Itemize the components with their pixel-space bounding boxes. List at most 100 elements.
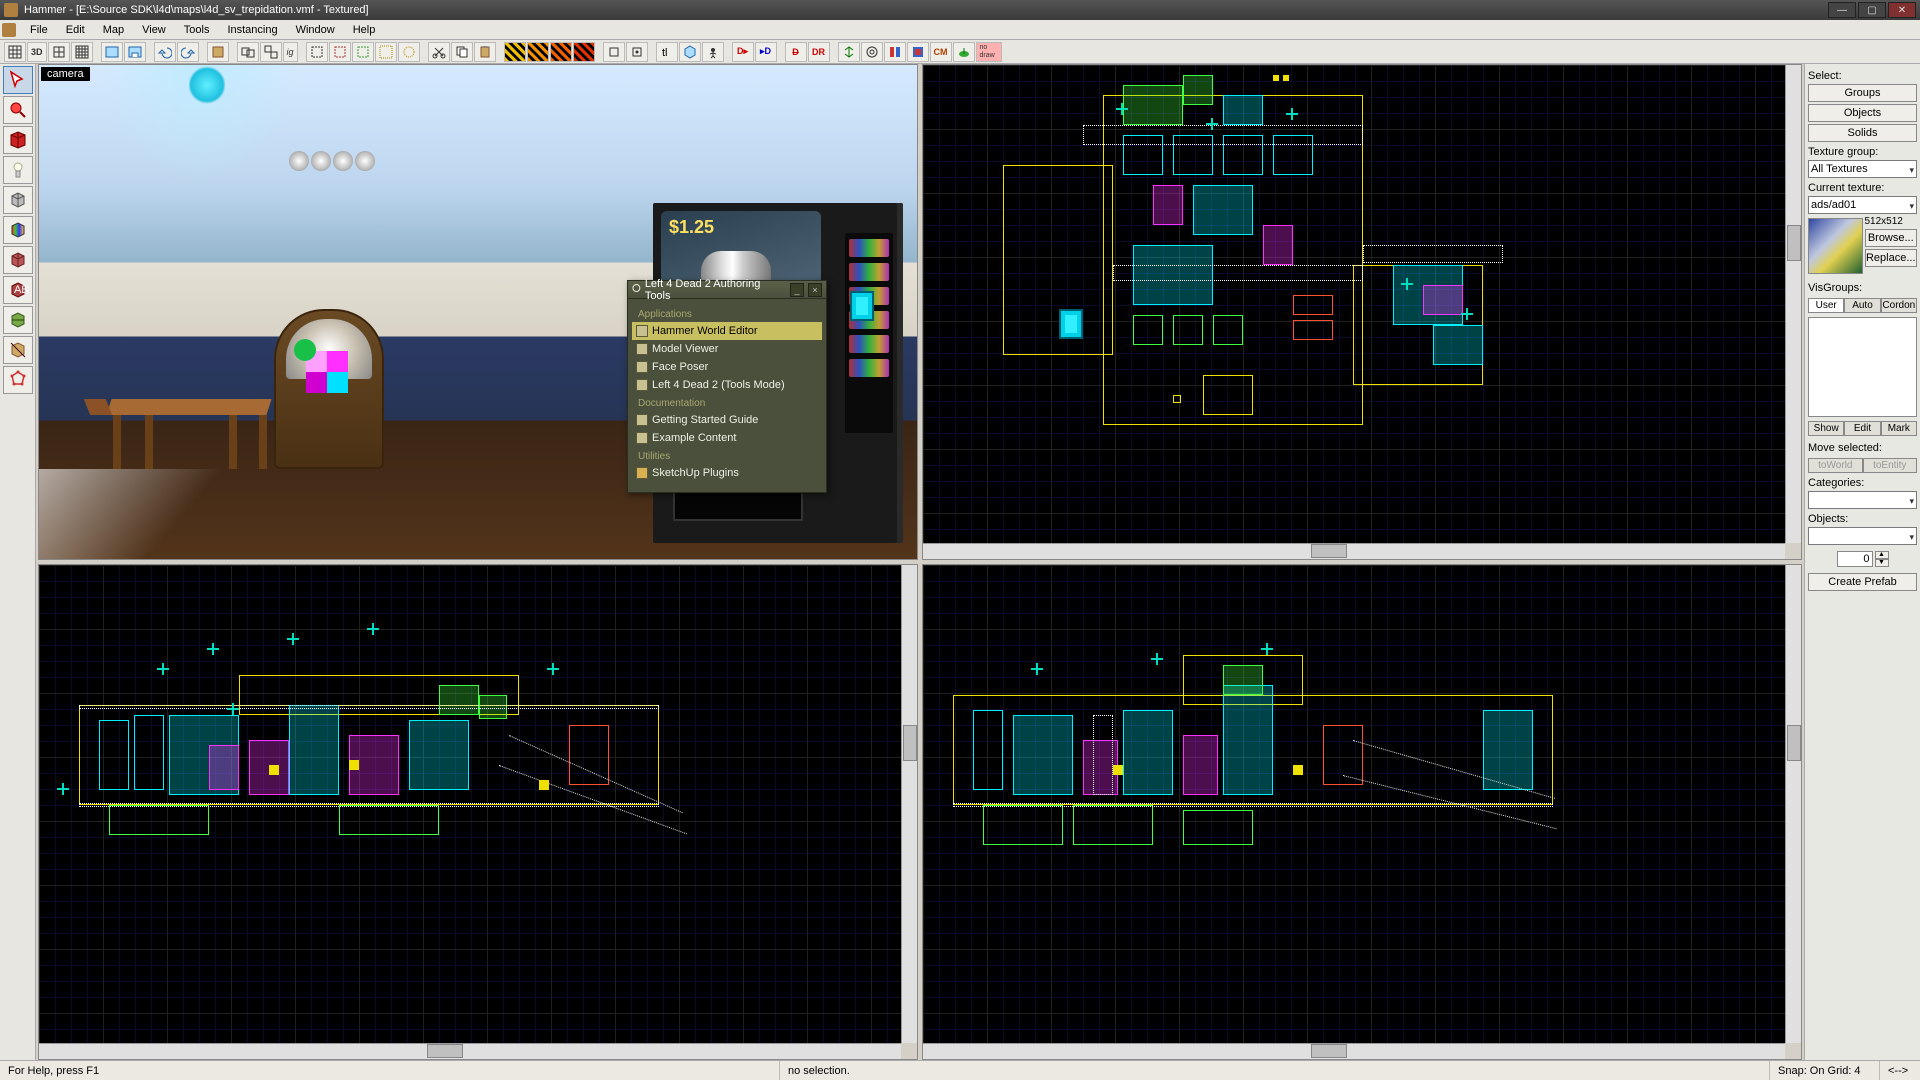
select-solids-button[interactable]: Solids [1808,124,1917,142]
show-all-button[interactable] [352,42,374,62]
visgroup-tab-user[interactable]: User [1808,298,1844,313]
undo-button[interactable] [154,42,176,62]
categories-select[interactable] [1808,491,1917,509]
radius-cull-button[interactable] [398,42,420,62]
viewport-top[interactable] [922,64,1802,560]
block-tool[interactable] [3,186,33,214]
viewport-front[interactable] [38,564,918,1060]
grid-larger-button[interactable] [71,42,93,62]
show-light-button[interactable] [884,42,906,62]
menu-tools[interactable]: Tools [176,22,218,38]
scrollbar-vertical[interactable] [901,565,917,1043]
decal-tool[interactable]: AB [3,276,33,304]
nodraw-toggle-button[interactable]: no draw [976,42,1002,62]
camera-tool[interactable] [3,126,33,154]
overlay-tool[interactable] [3,306,33,334]
menu-window[interactable]: Window [288,22,343,38]
redo-button[interactable] [177,42,199,62]
scrollbar-vertical[interactable] [1785,565,1801,1043]
sdk-item-toolsmode[interactable]: Left 4 Dead 2 (Tools Mode) [632,376,822,394]
visgroup-tab-cordon[interactable]: Cordon [1881,298,1917,313]
browse-button[interactable]: Browse... [1865,229,1918,247]
hide-selected-button[interactable] [306,42,328,62]
align-face-button[interactable] [573,42,595,62]
entity-tool[interactable] [3,156,33,184]
save-window-button[interactable] [124,42,146,62]
menu-edit[interactable]: Edit [58,22,93,38]
sdk-item-example[interactable]: Example Content [632,429,822,447]
create-prefab-button[interactable]: Create Prefab [1808,573,1917,591]
disp-walk-button[interactable]: ▸D [755,42,777,62]
disp-noremove-button[interactable]: DR [808,42,830,62]
visgroup-edit-button[interactable]: Edit [1844,421,1880,436]
sdk-launcher-dialog[interactable]: ⭘ Left 4 Dead 2 Authoring Tools _ × Appl… [627,280,827,493]
sdk-minimize-button[interactable]: _ [790,283,804,297]
faces-up-button[interactable]: ▲ [1875,551,1889,559]
menu-view[interactable]: View [134,22,174,38]
ungroup-button[interactable] [260,42,282,62]
visgroup-tab-auto[interactable]: Auto [1844,298,1880,313]
carve-button[interactable] [207,42,229,62]
minimize-button[interactable]: — [1828,2,1856,18]
menu-help[interactable]: Help [345,22,384,38]
to-entity-button[interactable]: toEntity [1863,458,1918,473]
cut-button[interactable] [428,42,450,62]
toggle-helpers-button[interactable]: tl [656,42,678,62]
clipping-tool[interactable] [3,336,33,364]
menu-instancing[interactable]: Instancing [219,22,285,38]
scrollbar-horizontal[interactable] [923,543,1785,559]
3d-toggle-button[interactable]: 3D [27,42,47,62]
sdk-item-modelviewer[interactable]: Model Viewer [632,340,822,358]
show-detail-button[interactable] [838,42,860,62]
disp-nomask-button[interactable]: D [785,42,807,62]
scrollbar-horizontal[interactable] [923,1043,1785,1059]
cordon-button[interactable] [375,42,397,62]
magnify-tool[interactable] [3,96,33,124]
visgroup-list[interactable] [1808,317,1917,417]
show-collision-button[interactable] [907,42,929,62]
toggle-models-button[interactable] [679,42,701,62]
group-button[interactable] [237,42,259,62]
replace-button[interactable]: Replace... [1865,249,1918,267]
sdk-item-hammer[interactable]: Hammer World Editor [632,322,822,340]
texture-tool[interactable] [3,216,33,244]
select-center-button[interactable] [626,42,648,62]
sdk-close-button[interactable]: × [808,283,822,297]
select-groups-button[interactable]: Groups [1808,84,1917,102]
ignore-groups-button[interactable]: ig [283,42,298,62]
selection-tool[interactable] [3,66,33,94]
tex-lock-button[interactable] [504,42,526,62]
scrollbar-horizontal[interactable] [39,1043,901,1059]
run-map-button[interactable] [702,42,724,62]
viewport-side[interactable] [922,564,1802,1060]
objects-select[interactable] [1808,527,1917,545]
select-objects-button[interactable]: Objects [1808,104,1917,122]
select-by-handle-button[interactable] [603,42,625,62]
detail-sprites-button[interactable] [953,42,975,62]
copy-button[interactable] [451,42,473,62]
disp-mask-button[interactable]: D▸ [732,42,754,62]
paste-button[interactable] [474,42,496,62]
grid-smaller-button[interactable] [48,42,70,62]
hide-unselected-button[interactable] [329,42,351,62]
close-button[interactable]: ✕ [1888,2,1916,18]
load-window-button[interactable] [101,42,123,62]
maximize-button[interactable]: ▢ [1858,2,1886,18]
sdk-item-sketchup[interactable]: SketchUp Plugins [632,464,822,482]
to-world-button[interactable]: toWorld [1808,458,1863,473]
scrollbar-vertical[interactable] [1785,65,1801,543]
grid-toggle-button[interactable] [4,42,26,62]
tex-scale-lock-button[interactable] [527,42,549,62]
vertex-tool[interactable] [3,366,33,394]
sdk-item-faceposer[interactable]: Face Poser [632,358,822,376]
align-world-button[interactable] [550,42,572,62]
visgroup-show-button[interactable]: Show [1808,421,1844,436]
sdk-item-guide[interactable]: Getting Started Guide [632,411,822,429]
menu-map[interactable]: Map [95,22,132,38]
texgroup-select[interactable]: All Textures [1808,160,1917,178]
faces-input[interactable] [1837,551,1873,567]
visgroup-mark-button[interactable]: Mark [1881,421,1917,436]
collision-models-button[interactable]: CM [930,42,952,62]
curtex-select[interactable]: ads/ad01 [1808,196,1917,214]
menu-file[interactable]: File [22,22,56,38]
